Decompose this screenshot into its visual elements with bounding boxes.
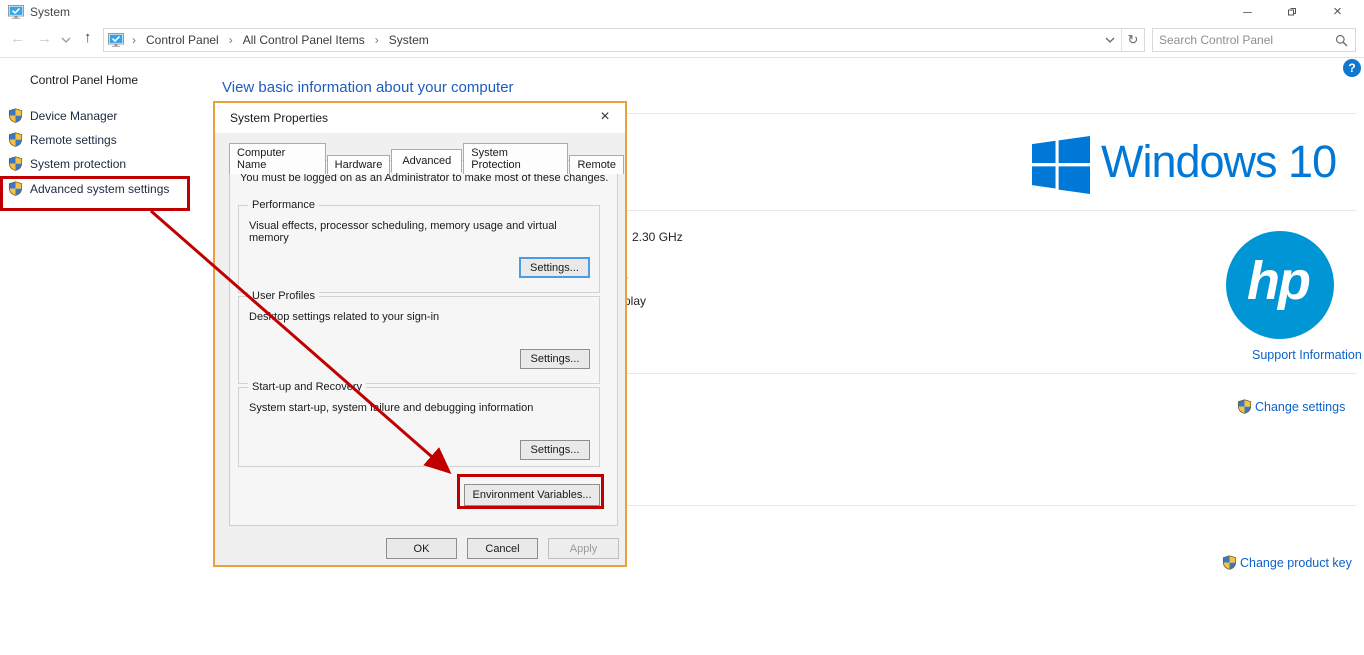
cancel-button[interactable]: Cancel <box>467 538 538 559</box>
tab-hardware[interactable]: Hardware <box>327 155 391 174</box>
maximize-button[interactable] <box>1270 0 1315 23</box>
address-bar[interactable]: › Control Panel › All Control Panel Item… <box>103 28 1145 52</box>
sidebar-item-label: Remote settings <box>30 133 117 147</box>
group-description: Desktop settings related to your sign-in <box>249 311 439 323</box>
sidebar-item-remote-settings[interactable]: Remote settings <box>8 132 117 147</box>
tab-system-protection[interactable]: System Protection <box>463 143 568 174</box>
windows-flag-logo-icon <box>1032 135 1090 195</box>
hp-logo: hp <box>1226 231 1334 339</box>
tab-remote[interactable]: Remote <box>569 155 624 174</box>
up-icon[interactable]: ↑ <box>84 30 92 45</box>
dialog-close-icon[interactable]: × <box>595 108 615 126</box>
breadcrumb-all-control-panel-items[interactable]: All Control Panel Items <box>239 33 369 47</box>
hp-logo-letters: hp <box>1247 250 1309 312</box>
windows10-logo-text: Windows 10 <box>1101 136 1336 188</box>
dialog-tabstrip: Computer Name Hardware Advanced System P… <box>229 141 625 172</box>
dialog-titlebar[interactable]: System Properties × <box>215 103 625 133</box>
sidebar-item-system-protection[interactable]: System protection <box>8 156 126 171</box>
page-title: View basic information about your comput… <box>222 79 514 96</box>
group-description: System start-up, system failure and debu… <box>249 402 533 414</box>
tab-computer-name[interactable]: Computer Name <box>229 143 326 174</box>
location-system-icon <box>108 32 124 48</box>
system-app-icon <box>8 4 24 20</box>
window-titlebar: System ─ × <box>0 0 1364 23</box>
minimize-button[interactable]: ─ <box>1225 0 1270 23</box>
sidebar-item-label: System protection <box>30 157 126 171</box>
help-icon[interactable]: ? <box>1343 59 1361 77</box>
uac-shield-icon <box>1237 399 1252 414</box>
search-input[interactable] <box>1153 33 1335 47</box>
startup-recovery-settings-button[interactable]: Settings... <box>520 440 590 460</box>
user-profiles-settings-button[interactable]: Settings... <box>520 349 590 369</box>
support-information-link[interactable]: Support Information <box>1252 348 1362 362</box>
group-title: Start-up and Recovery <box>248 381 366 393</box>
advanced-tab-page: You must be logged on as an Administrato… <box>229 160 618 526</box>
window-title: System <box>30 5 70 19</box>
group-title: User Profiles <box>248 290 319 302</box>
annotation-box-environment-variables <box>457 474 604 509</box>
close-button[interactable]: × <box>1315 0 1360 23</box>
change-product-key-link-row: Change product key <box>1222 555 1352 570</box>
navigation-toolbar: ← → ↑ › Control Panel › All Control Pane… <box>0 23 1364 58</box>
breadcrumb-separator: › <box>223 33 239 47</box>
sidebar-item-label: Device Manager <box>30 109 117 123</box>
back-icon[interactable]: ← <box>10 31 25 46</box>
change-product-key-link[interactable]: Change product key <box>1240 556 1352 570</box>
system-control-panel-window: System ─ × ← → ↑ › Control Panel › All C… <box>0 0 1364 655</box>
breadcrumb: Control Panel › All Control Panel Items … <box>142 33 433 47</box>
restore-icon <box>1287 6 1298 17</box>
startup-recovery-group: Start-up and Recovery System start-up, s… <box>238 387 600 467</box>
address-dropdown-chevron-icon[interactable] <box>1099 29 1121 51</box>
breadcrumb-control-panel[interactable]: Control Panel <box>142 33 223 47</box>
change-settings-link-row: Change settings <box>1237 399 1345 414</box>
breadcrumb-separator: › <box>369 33 385 47</box>
search-icon[interactable] <box>1335 34 1348 47</box>
annotation-box-advanced-system-settings <box>0 176 190 211</box>
tab-advanced[interactable]: Advanced <box>391 149 462 173</box>
apply-button[interactable]: Apply <box>548 538 619 559</box>
uac-shield-icon <box>8 156 23 171</box>
forward-icon[interactable]: → <box>37 31 52 46</box>
refresh-icon[interactable]: ↻ <box>1121 29 1144 51</box>
search-box <box>1152 28 1356 52</box>
sidebar-item-device-manager[interactable]: Device Manager <box>8 108 117 123</box>
recent-pages-chevron-icon[interactable] <box>61 37 71 43</box>
breadcrumb-system[interactable]: System <box>385 33 433 47</box>
annotation-arrow <box>0 0 1364 655</box>
performance-group: Performance Visual effects, processor sc… <box>238 205 600 293</box>
sidebar-control-panel-home[interactable]: Control Panel Home <box>30 73 138 87</box>
user-profiles-group: User Profiles Desktop settings related t… <box>238 296 600 384</box>
group-description: Visual effects, processor scheduling, me… <box>249 220 599 244</box>
uac-shield-icon <box>1222 555 1237 570</box>
processor-speed-fragment: 2.30 GHz <box>632 230 683 244</box>
uac-shield-icon <box>8 108 23 123</box>
performance-settings-button[interactable]: Settings... <box>519 257 590 278</box>
dialog-title: System Properties <box>230 111 328 125</box>
change-settings-link[interactable]: Change settings <box>1255 400 1345 414</box>
breadcrumb-separator: › <box>126 33 142 47</box>
uac-shield-icon <box>8 132 23 147</box>
group-title: Performance <box>248 199 319 211</box>
ok-button[interactable]: OK <box>386 538 457 559</box>
